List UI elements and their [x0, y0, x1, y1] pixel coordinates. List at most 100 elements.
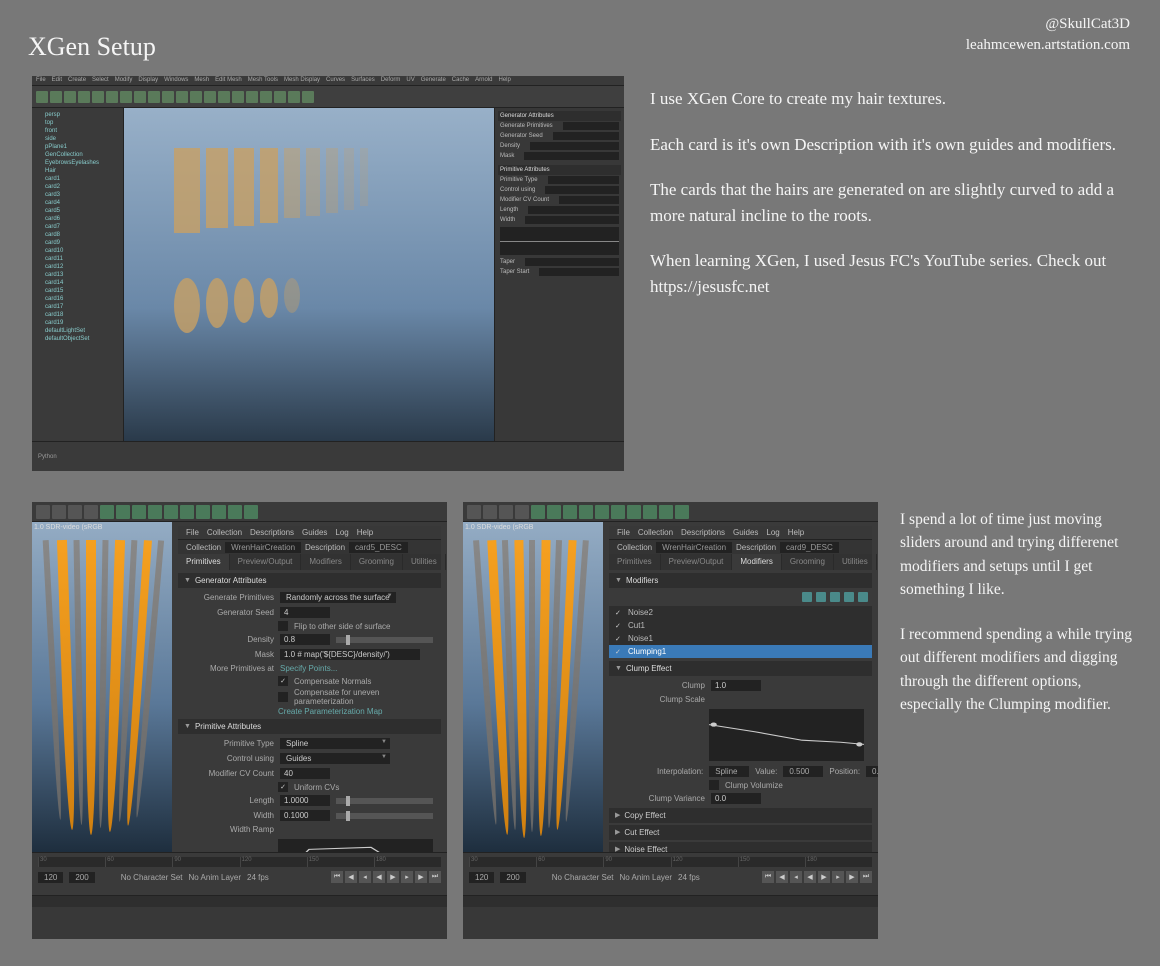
- menu-item[interactable]: Guides: [302, 528, 327, 537]
- prev-key-icon[interactable]: ◂: [790, 871, 802, 883]
- outliner-item[interactable]: defaultObjectSet: [35, 335, 120, 343]
- tab-grooming[interactable]: Grooming: [782, 554, 834, 570]
- menu-item[interactable]: Mesh Display: [284, 77, 320, 84]
- outliner-item[interactable]: defaultLightSet: [35, 327, 120, 335]
- shelf-icon[interactable]: [64, 91, 76, 103]
- outliner-item[interactable]: card15: [35, 287, 120, 295]
- outliner-item[interactable]: Hair: [35, 167, 120, 175]
- outliner-item[interactable]: card10: [35, 247, 120, 255]
- tool-icon[interactable]: [164, 505, 178, 519]
- menu-item[interactable]: Select: [92, 77, 109, 84]
- outliner-item[interactable]: card9: [35, 239, 120, 247]
- step-back-icon[interactable]: ◀: [345, 871, 357, 883]
- no-char-set-dropdown[interactable]: No Character Set: [121, 873, 183, 882]
- outliner-item[interactable]: card8: [35, 231, 120, 239]
- outliner-item[interactable]: card2: [35, 183, 120, 191]
- primitive-attributes-header[interactable]: Primitive Attributes: [178, 719, 441, 734]
- width-ramp-graph[interactable]: [500, 227, 619, 255]
- effect-section[interactable]: Copy Effect: [609, 808, 872, 823]
- shelf-icon[interactable]: [120, 91, 132, 103]
- tool-icon[interactable]: [116, 505, 130, 519]
- shelf-icon[interactable]: [36, 91, 48, 103]
- width-ramp-graph[interactable]: [278, 839, 433, 852]
- clump-field[interactable]: 1.0: [711, 680, 761, 691]
- menu-item[interactable]: Collection: [638, 528, 673, 537]
- menu-item[interactable]: Cache: [452, 77, 469, 84]
- shelf-icon[interactable]: [78, 91, 90, 103]
- outliner-item[interactable]: card11: [35, 255, 120, 263]
- menu-item[interactable]: Help: [498, 77, 510, 84]
- compensate-normals-checkbox[interactable]: Compensate Normals: [178, 675, 441, 687]
- outliner-item[interactable]: card19: [35, 319, 120, 327]
- tool-icon[interactable]: [483, 505, 497, 519]
- outliner-item[interactable]: card17: [35, 303, 120, 311]
- tool-icon[interactable]: [84, 505, 98, 519]
- modifier-row[interactable]: Cut1: [609, 619, 872, 632]
- outliner-item[interactable]: top: [35, 119, 120, 127]
- rewind-end-icon[interactable]: ⏭: [429, 871, 441, 883]
- timeline[interactable]: 306090120150180: [469, 857, 872, 867]
- menu-item[interactable]: Display: [138, 77, 158, 84]
- menu-item[interactable]: Descriptions: [250, 528, 294, 537]
- control-dropdown[interactable]: Guides: [280, 753, 390, 764]
- outliner-item[interactable]: card13: [35, 271, 120, 279]
- fps-dropdown[interactable]: 24 fps: [247, 873, 269, 882]
- outliner-item[interactable]: card18: [35, 311, 120, 319]
- frame-end-field[interactable]: 200: [69, 872, 94, 883]
- value-field[interactable]: 0.500: [783, 766, 823, 777]
- shelf-icon[interactable]: [190, 91, 202, 103]
- refresh-icon[interactable]: [830, 592, 840, 602]
- outliner-item[interactable]: card1: [35, 175, 120, 183]
- description-dropdown[interactable]: card9_DESC: [780, 542, 839, 553]
- tool-icon[interactable]: [659, 505, 673, 519]
- tool-icon[interactable]: [196, 505, 210, 519]
- play-back-icon[interactable]: ◀: [804, 871, 816, 883]
- tool-icon[interactable]: [515, 505, 529, 519]
- outliner-item[interactable]: card14: [35, 279, 120, 287]
- rewind-start-icon[interactable]: ⏮: [762, 871, 774, 883]
- menu-item[interactable]: Log: [766, 528, 779, 537]
- gen-prim-dropdown[interactable]: Randomly across the surface: [280, 592, 396, 603]
- position-field[interactable]: 0.000: [866, 766, 878, 777]
- shelf-icon[interactable]: [260, 91, 272, 103]
- menu-item[interactable]: Guides: [733, 528, 758, 537]
- tab-utilities[interactable]: Utilities: [834, 554, 877, 570]
- flip-checkbox[interactable]: Flip to other side of surface: [178, 620, 441, 632]
- tool-icon[interactable]: [148, 505, 162, 519]
- frame-end-field[interactable]: 200: [500, 872, 525, 883]
- outliner-item[interactable]: card6: [35, 215, 120, 223]
- no-anim-layer-dropdown[interactable]: No Anim Layer: [189, 873, 241, 882]
- menu-item[interactable]: Arnold: [475, 77, 492, 84]
- density-field[interactable]: 0.8: [280, 634, 330, 645]
- density-slider[interactable]: [336, 637, 433, 643]
- menu-item[interactable]: Deform: [381, 77, 401, 84]
- outliner[interactable]: persptopfrontsidepPlane1GenCollectionEye…: [32, 108, 124, 441]
- add-modifier-icon[interactable]: [802, 592, 812, 602]
- clump-scale-graph[interactable]: [709, 709, 864, 761]
- tab-expressions[interactable]: Expressions: [877, 554, 878, 570]
- menu-item[interactable]: Edit: [52, 77, 62, 84]
- command-line[interactable]: [32, 895, 447, 907]
- tab-utilities[interactable]: Utilities: [403, 554, 446, 570]
- command-line[interactable]: [463, 895, 878, 907]
- play-fwd-icon[interactable]: ▶: [818, 871, 830, 883]
- menu-item[interactable]: Mesh Tools: [248, 77, 278, 84]
- tool-icon[interactable]: [579, 505, 593, 519]
- shelf-icon[interactable]: [148, 91, 160, 103]
- outliner-item[interactable]: EyebrowsEyelashes: [35, 159, 120, 167]
- menu-item[interactable]: File: [186, 528, 199, 537]
- shelf-icon[interactable]: [302, 91, 314, 103]
- mask-field[interactable]: 1.0 # map('${DESC}/density/'): [280, 649, 420, 660]
- tab-expressions[interactable]: Expressions: [446, 554, 447, 570]
- menu-item[interactable]: UV: [406, 77, 414, 84]
- tab-modifiers[interactable]: Modifiers: [732, 554, 781, 570]
- xgen-tabs[interactable]: PrimitivesPreview/OutputModifiersGroomin…: [178, 554, 441, 570]
- tab-grooming[interactable]: Grooming: [351, 554, 403, 570]
- move-up-icon[interactable]: [844, 592, 854, 602]
- outliner-item[interactable]: card4: [35, 199, 120, 207]
- width-field[interactable]: 0.1000: [280, 810, 330, 821]
- step-fwd-icon[interactable]: ▶: [846, 871, 858, 883]
- menu-item[interactable]: Curves: [326, 77, 345, 84]
- menu-item[interactable]: Help: [788, 528, 804, 537]
- menu-item[interactable]: Log: [335, 528, 348, 537]
